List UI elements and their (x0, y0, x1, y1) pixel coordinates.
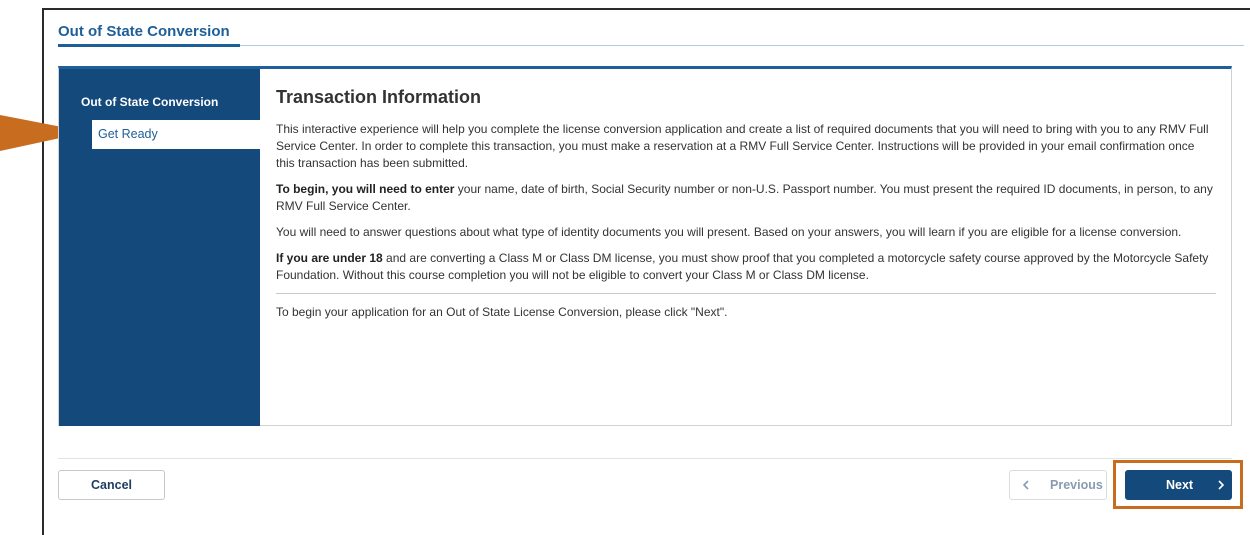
chevron-right-icon (1218, 480, 1225, 490)
window-frame-top (42, 8, 1250, 10)
begin-emphasis: To begin, you will need to enter (276, 182, 455, 196)
window-frame-left (42, 8, 44, 535)
next-instruction: To begin your application for an Out of … (276, 305, 728, 319)
sidebar: Out of State Conversion Get Ready (59, 69, 260, 426)
section-heading: Transaction Information (276, 87, 482, 107)
chevron-left-icon (1022, 480, 1029, 490)
page-title: Out of State Conversion (58, 23, 230, 40)
intro-paragraph: This interactive experience will help yo… (276, 122, 1209, 170)
under-18-text: and are converting a Class M or Class DM… (276, 251, 1209, 282)
sidebar-heading: Out of State Conversion (81, 95, 219, 109)
footer-divider (58, 458, 1232, 459)
title-underline (58, 44, 240, 47)
cancel-label: Cancel (91, 478, 132, 492)
sidebar-item-label: Get Ready (98, 127, 158, 141)
content-divider (276, 293, 1216, 294)
previous-button[interactable]: Previous (1009, 470, 1107, 500)
under-18-emphasis: If you are under 18 (276, 251, 383, 265)
under-18-paragraph: If you are under 18 and are converting a… (276, 250, 1216, 284)
previous-label: Previous (1050, 478, 1103, 492)
sidebar-item-get-ready[interactable]: Get Ready (92, 120, 260, 149)
next-label: Next (1166, 478, 1194, 492)
cancel-button[interactable]: Cancel (58, 470, 165, 500)
title-divider (240, 45, 1244, 46)
next-button[interactable]: Next (1125, 470, 1232, 500)
identity-paragraph: You will need to answer questions about … (276, 225, 1182, 239)
content-area: Transaction Information This interactive… (276, 87, 1216, 330)
main-panel: Out of State Conversion Get Ready Transa… (58, 66, 1232, 426)
begin-paragraph: To begin, you will need to enter your na… (276, 181, 1216, 215)
